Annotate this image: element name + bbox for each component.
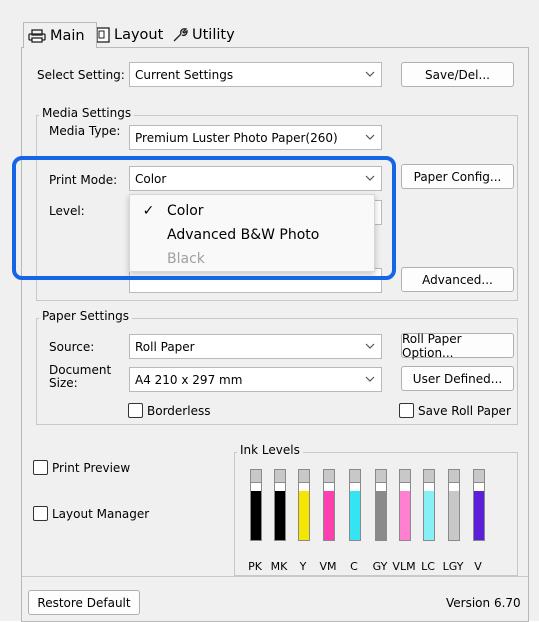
ink-bar-lc [423,469,435,541]
document-size-label-line2: Size: [49,376,78,390]
ink-label-lc: LC [421,560,435,573]
chevron-down-icon [365,376,375,382]
highlight-box [12,156,396,280]
media-settings-legend: Media Settings [39,106,135,120]
ink-label-vm: VM [319,560,337,573]
roll-paper-option-button[interactable]: Roll Paper Option... [401,332,514,360]
ink-bar-vm [323,469,335,541]
ink-bar-c [349,469,361,541]
select-setting-value: Current Settings [135,67,234,82]
version-label: Version 6.70 [446,596,521,610]
layout-manager-checkbox-box[interactable] [33,506,48,521]
chevron-down-icon [365,71,375,77]
select-setting-combo[interactable]: Current Settings [129,62,382,87]
printer-properties-window: Main Layout Utility Select Setting: Curr… [0,0,539,622]
print-preview-checkbox[interactable]: Print Preview [33,460,130,475]
ink-label-pk: PK [248,560,262,573]
document-size-value: A4 210 x 297 mm [135,372,243,387]
paper-config-button[interactable]: Paper Config... [401,164,514,189]
save-roll-paper-checkbox-box[interactable] [399,403,414,418]
ink-label-y: Y [299,560,307,573]
source-value: Roll Paper [135,339,195,354]
layout-manager-label: Layout Manager [52,506,150,521]
media-type-value: Premium Luster Photo Paper(260) [135,130,338,145]
paper-settings-legend: Paper Settings [39,309,133,323]
ink-bar-vlm [399,469,411,541]
document-size-label: Document Size: [49,364,111,390]
chevron-down-icon [365,343,375,349]
footer-divider [22,576,528,577]
ink-label-mk: MK [270,560,288,573]
ink-bar-v [473,469,485,541]
ink-level-bars: PK MK Y VM C GY VLM LC LGY V [234,465,518,575]
advanced-button[interactable]: Advanced... [401,267,514,292]
tab-main[interactable]: Main [23,22,97,48]
ink-bar-y [298,469,310,541]
ink-label-c: C [350,560,358,573]
media-type-combo[interactable]: Premium Luster Photo Paper(260) [129,125,382,150]
media-type-label: Media Type: [49,124,121,138]
print-preview-checkbox-box[interactable] [33,460,48,475]
layout-icon [96,27,110,43]
tab-layout-label: Layout [114,27,164,43]
ink-bar-lgy [448,469,460,541]
save-del-button[interactable]: Save/Del... [401,62,514,87]
ink-levels-legend: Ink Levels [237,443,303,457]
tab-utility[interactable]: Utility [168,22,240,48]
document-size-combo[interactable]: A4 210 x 297 mm [129,367,382,392]
ink-bar-mk [274,469,286,541]
borderless-checkbox[interactable]: Borderless [128,403,210,418]
source-label: Source: [49,340,95,354]
save-roll-paper-label: Save Roll Paper [418,403,511,418]
chevron-down-icon [365,134,375,140]
save-roll-paper-checkbox[interactable]: Save Roll Paper [399,403,511,418]
tab-layout[interactable]: Layout [92,22,168,48]
select-setting-label: Select Setting: [37,68,125,82]
print-preview-label: Print Preview [52,460,131,475]
ink-label-gy: GY [372,560,388,573]
ink-bar-gy [375,469,387,541]
ink-bar-pk [250,469,262,541]
printer-icon [28,28,46,43]
borderless-label: Borderless [147,403,211,418]
ink-label-vlm: VLM [392,560,416,573]
user-defined-button[interactable]: User Defined... [401,366,514,391]
tab-utility-label: Utility [192,27,235,43]
wrench-icon [173,28,188,42]
layout-manager-checkbox[interactable]: Layout Manager [33,506,149,521]
restore-default-button[interactable]: Restore Default [28,590,140,615]
ink-label-lgy: LGY [442,560,464,573]
borderless-checkbox-box[interactable] [128,403,143,418]
source-combo[interactable]: Roll Paper [129,334,382,359]
tab-main-label: Main [50,27,85,44]
ink-label-v: V [474,560,482,573]
